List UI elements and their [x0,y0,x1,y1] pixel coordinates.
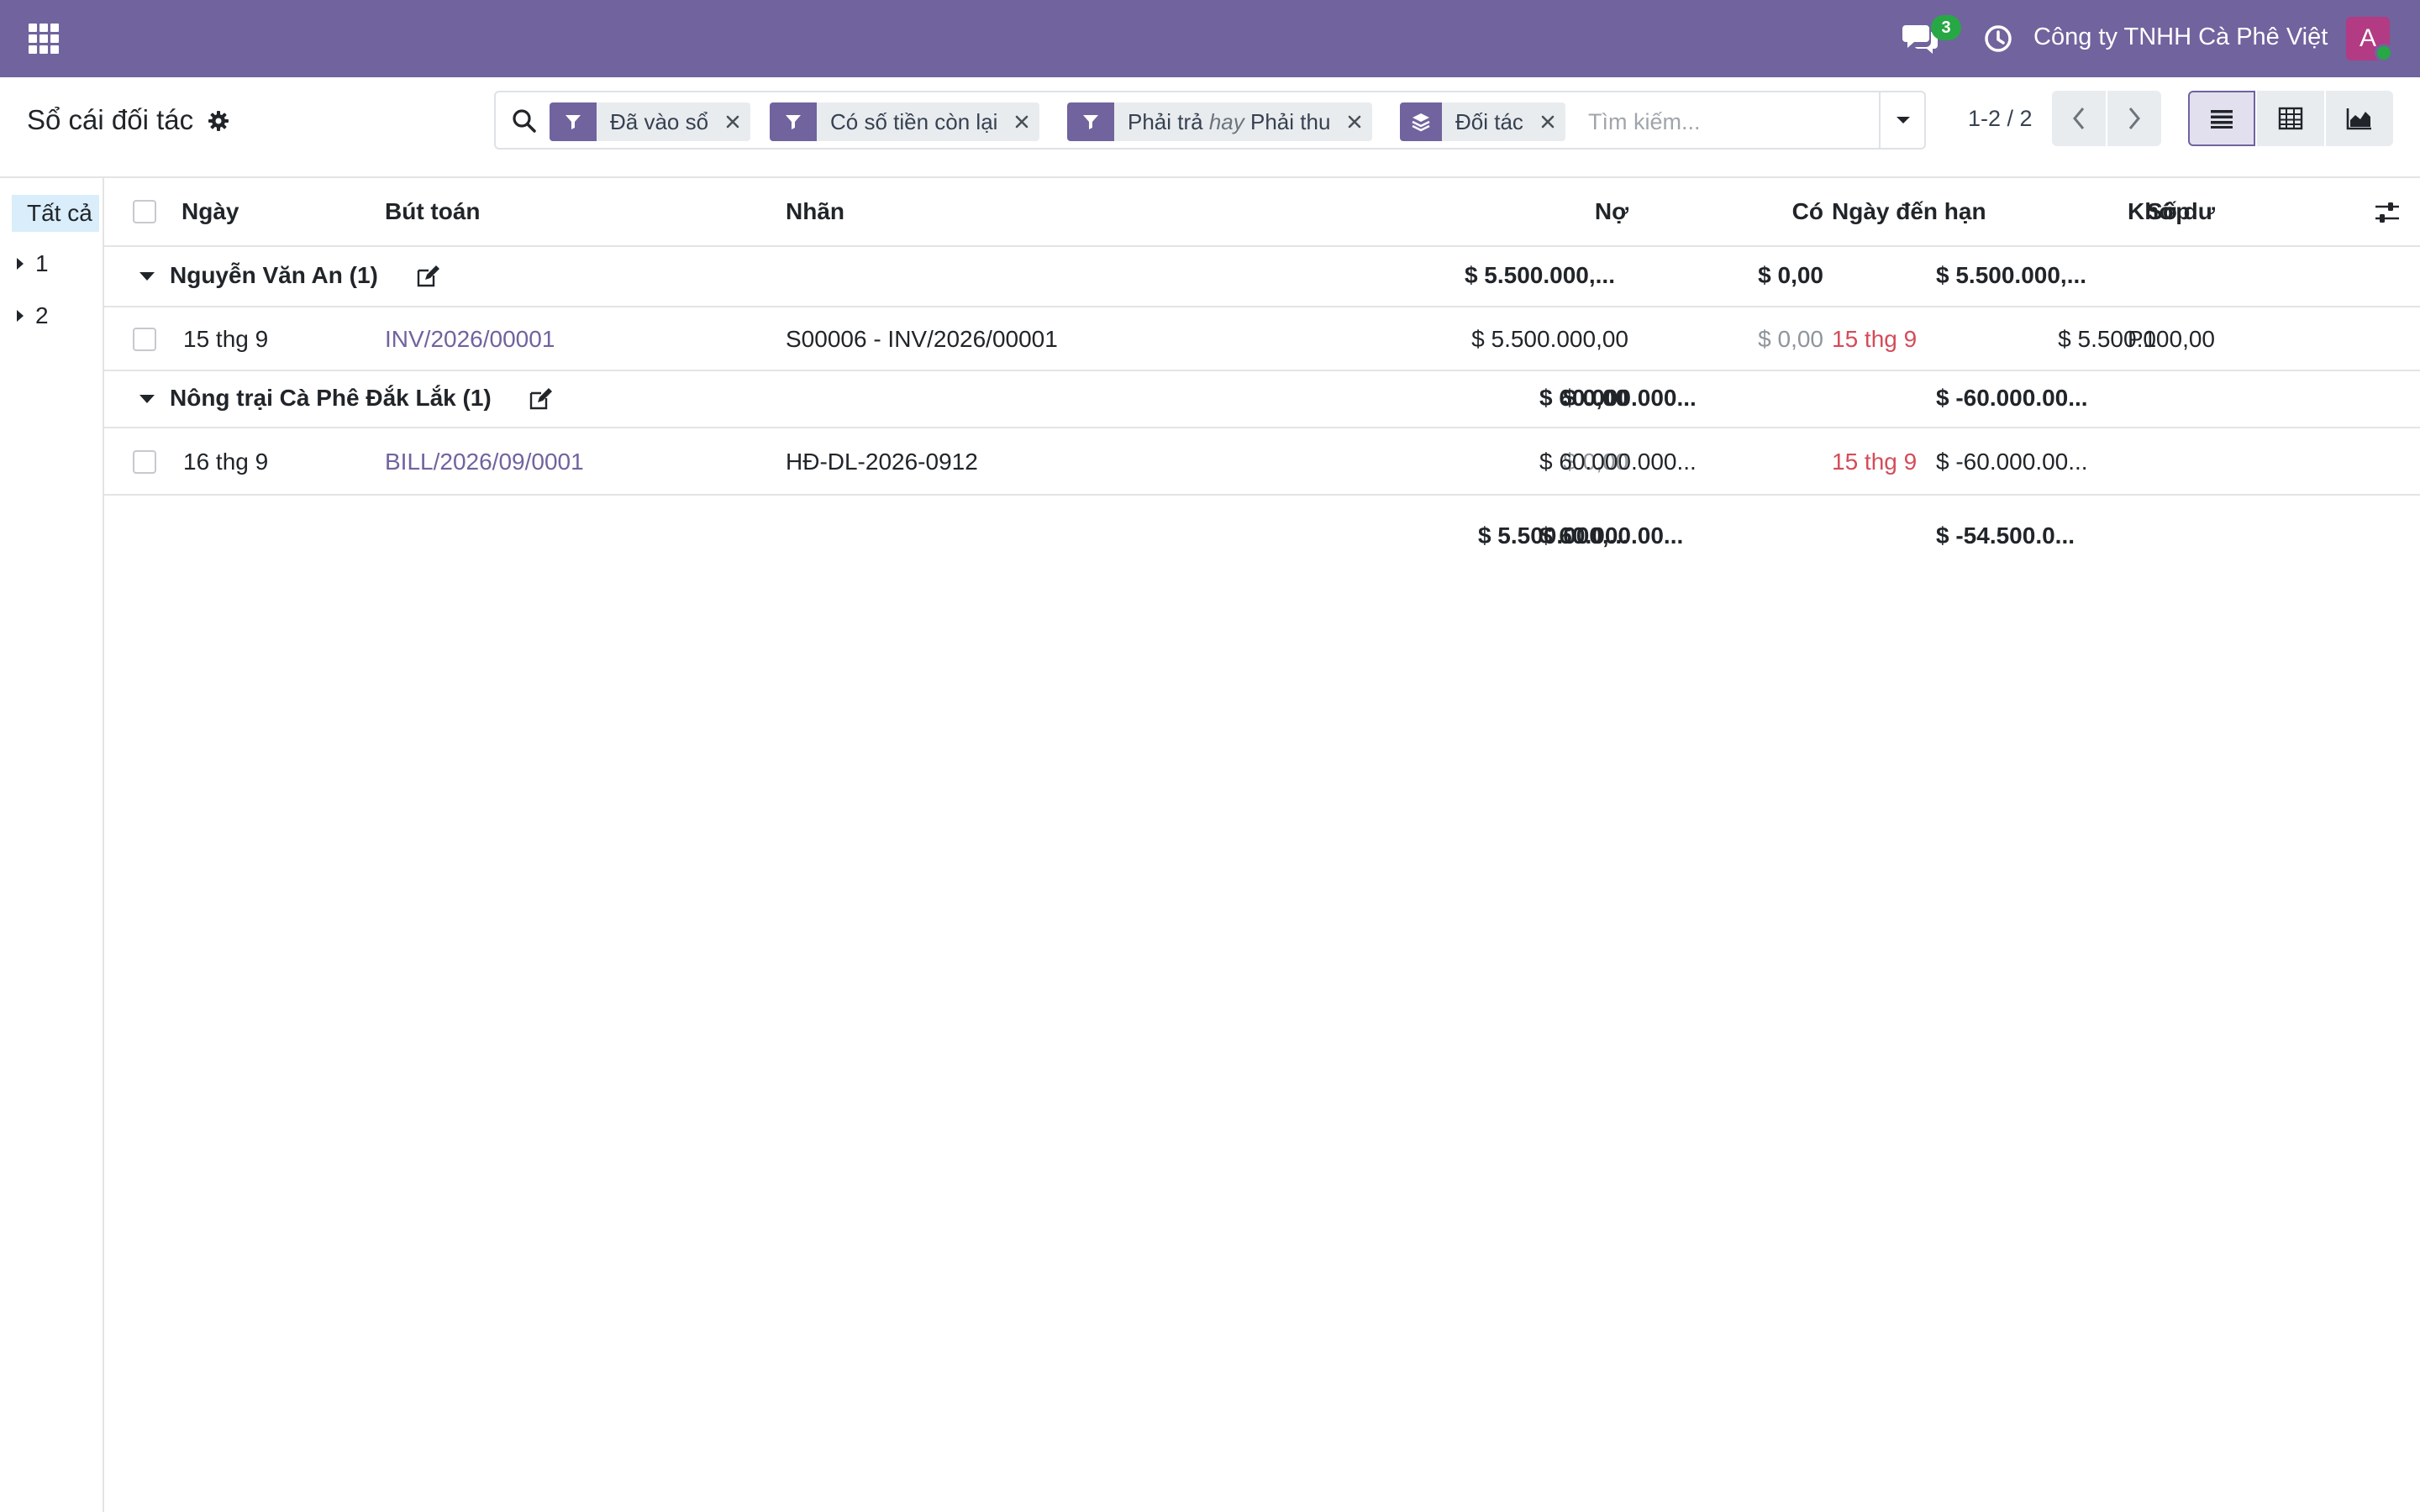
filter-icon [550,102,597,141]
select-all-checkbox[interactable] [133,200,156,223]
clock-icon[interactable] [1983,24,2013,54]
cell-label: S00006 - INV/2026/00001 [786,326,1058,352]
pager-next-button[interactable] [2107,91,2161,146]
facet-label: Phải trả hay Phải thu [1128,108,1331,134]
search-panel-item-2[interactable]: 2 [17,299,49,333]
caret-down-icon[interactable] [139,395,155,403]
list-icon [2211,110,2233,129]
facet-posted: Đã vào sổ [550,102,751,141]
table-icon [2278,107,2303,130]
apps-menu-icon[interactable] [29,24,59,54]
cell-due-date: 15 thg 9 [1832,326,1918,352]
pager-previous-button[interactable] [2052,91,2106,146]
column-header-label[interactable]: Nhãn [786,198,844,225]
filter-icon [1067,102,1114,141]
group-row-2[interactable]: Nông trại Cà Phê Đắk Lắk (1) $ 0,00 $ 60… [104,371,2420,428]
cell-due-date: 15 thg 9 [1832,449,1918,475]
chevron-left-icon [2073,108,2085,129]
pivot-view-button[interactable] [2257,91,2324,146]
caret-right-icon [17,258,24,270]
cell-credit: $ 60.000.000... [1539,449,1697,475]
caret-down-icon[interactable] [139,272,155,281]
row-checkbox[interactable] [133,328,156,351]
edit-icon[interactable] [415,264,440,289]
group-debit: $ 5.500.000,... [1464,262,1615,288]
gear-icon[interactable] [207,109,230,133]
area-chart-icon [2346,108,2371,130]
facet-groupby-partner: Đối tác [1400,102,1565,141]
search-panel-item-label: 1 [35,250,49,276]
chat-badge: 3 [1931,15,1961,40]
group-credit: $ 60.000.000... [1539,385,1697,411]
cell-move-link[interactable]: INV/2026/00001 [385,326,555,353]
facet-label: Có số tiền còn lại [830,108,998,134]
total-balance: $ -54.500.0... [1936,522,2075,549]
group-balance: $ -60.000.00... [1936,385,2088,411]
group-name: Nguyễn Văn An (1) [170,262,378,288]
search-options-toggle[interactable] [1879,92,1926,148]
filter-icon [770,102,817,141]
cell-debit: $ 5.500.000,00 [1471,326,1628,352]
cell-label: HĐ-DL-2026-0912 [786,449,978,475]
layers-icon [1400,102,1442,141]
column-header-move[interactable]: Bút toán [385,198,481,225]
company-switcher[interactable]: Công ty TNHH Cà Phê Việt [2033,24,2328,51]
column-header-matching[interactable]: Khớp [2128,198,2190,225]
facet-account-type: Phải trả hay Phải thu [1067,102,1373,141]
group-credit: $ 0,00 [1758,262,1823,288]
caret-down-icon [1897,117,1910,123]
facet-label: Đã vào sổ [610,108,709,134]
caret-right-icon [17,310,24,322]
group-name: Nông trại Cà Phê Đắk Lắk (1) [170,385,492,411]
search-bar: Đã vào sổ Có số tiền còn lại Phải trả ha… [494,91,1926,150]
cell-balance: $ -60.000.00... [1936,449,2088,475]
column-header-date[interactable]: Ngày [182,198,239,225]
group-row-1[interactable]: Nguyễn Văn An (1) $ 5.500.000,... $ 0,00… [104,247,2420,307]
row-checkbox[interactable] [133,450,156,474]
cell-date: 15 thg 9 [183,326,269,352]
facet-remove-icon[interactable] [1009,102,1034,141]
total-credit: $ 60.000.00... [1539,522,1684,549]
search-panel: Tất cả 1 2 [0,178,104,1512]
facet-label: Đối tác [1455,108,1523,134]
search-panel-item-1[interactable]: 1 [17,247,49,281]
pager-value[interactable]: 1-2 / 2 [1968,106,2033,132]
search-icon[interactable] [511,108,538,134]
cell-move-link[interactable]: BILL/2026/09/0001 [385,449,584,475]
column-header-debit[interactable]: Nợ [1449,198,1628,225]
list-view-button[interactable] [2188,91,2255,146]
column-header-credit[interactable]: Có [1642,198,1823,225]
facet-remove-icon[interactable] [1342,102,1367,141]
cell-matching: P1 [2128,326,2157,352]
search-input[interactable] [1588,102,1865,141]
table-row[interactable]: 16 thg 9 BILL/2026/09/0001 HĐ-DL-2026-09… [104,428,2420,496]
cell-balance: $ 5.500.000,00 [2058,326,2215,352]
cell-date: 16 thg 9 [183,449,269,475]
search-panel-item-label: 2 [35,302,49,328]
edit-icon[interactable] [528,386,553,412]
search-panel-all[interactable]: Tất cả [12,195,99,232]
column-header-due-date[interactable]: Ngày đến hạn [1832,198,1986,225]
table-row[interactable]: 15 thg 9 INV/2026/00001 S00006 - INV/202… [104,307,2420,371]
cell-credit: $ 0,00 [1758,326,1823,352]
graph-view-button[interactable] [2326,91,2393,146]
facet-remove-icon[interactable] [1535,102,1560,141]
control-panel: Sổ cái đối tác Đã vào sổ Có số tiền còn … [0,77,2420,178]
totals-row: $ 5.500.000,... $ 60.000.00... $ -54.500… [104,496,2420,564]
optional-columns-icon[interactable] [2373,198,2402,227]
online-status-dot [2375,44,2393,62]
facet-residual: Có số tiền còn lại [770,102,1040,141]
page-title: Sổ cái đối tác [27,104,194,135]
top-navbar: 3 Công ty TNHH Cà Phê Việt A [0,0,2420,77]
facet-remove-icon[interactable] [720,102,745,141]
chevron-right-icon [2128,108,2140,129]
group-balance: $ 5.500.000,... [1936,262,2087,288]
table-header: Ngày Bút toán Nhãn Nợ Có Ngày đến hạn Số… [104,178,2420,247]
